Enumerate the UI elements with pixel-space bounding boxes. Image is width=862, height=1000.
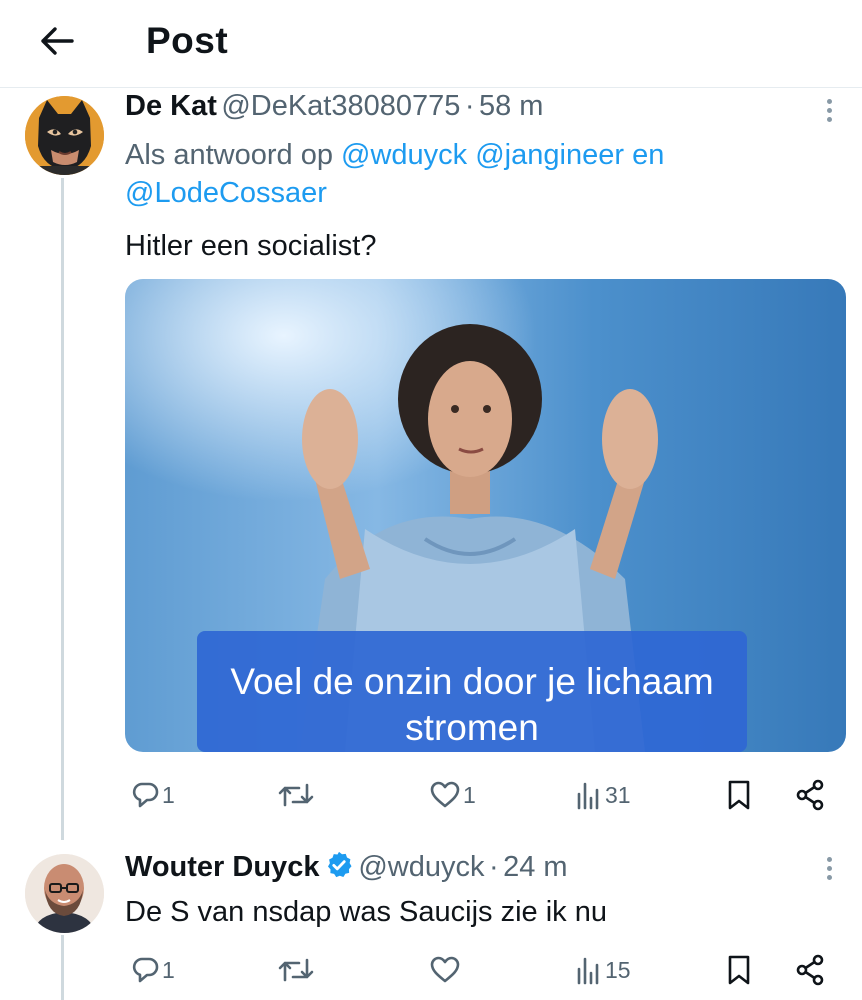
meme-image: Voel de onzin door je lichaam stromen: [125, 279, 846, 752]
heart-icon: [430, 956, 460, 983]
retweet-button[interactable]: [277, 775, 315, 815]
reply-icon: [132, 782, 159, 808]
thread-line-continuation: [61, 935, 64, 1000]
mention-link[interactable]: @jangineer: [475, 139, 624, 171]
more-vertical-icon[interactable]: [822, 95, 836, 127]
caption-line-2: stromen: [405, 707, 539, 748]
separator-dot: ·: [464, 90, 475, 122]
share-icon: [796, 954, 824, 986]
retweet-icon: [278, 783, 314, 807]
share-button[interactable]: [794, 775, 826, 815]
reply-button[interactable]: 1: [130, 950, 175, 990]
reply-button[interactable]: 1: [130, 775, 175, 815]
analytics-icon: [577, 782, 599, 810]
bookmark-button[interactable]: [726, 950, 752, 990]
user-handle[interactable]: @DeKat38080775: [221, 90, 460, 122]
bookmark-icon: [728, 780, 750, 810]
reply-prefix: Als antwoord op: [125, 139, 333, 171]
heart-icon: [430, 781, 460, 808]
reply-joiner: en: [632, 139, 665, 171]
caption-line-1: Voel de onzin door je lichaam: [230, 661, 713, 702]
mention-link[interactable]: @wduyck: [341, 139, 467, 171]
thread-line: [61, 178, 64, 840]
separator-dot: ·: [488, 851, 499, 883]
tweet-header: Wouter Duyck @wduyck · 24 m: [125, 850, 568, 889]
more-vertical-icon[interactable]: [822, 853, 836, 885]
tweet-actions: 1 1 31: [125, 775, 845, 815]
top-bar: Post: [0, 0, 862, 84]
mention-link[interactable]: @LodeCossaer: [125, 177, 327, 209]
timestamp[interactable]: 58 m: [479, 90, 543, 122]
analytics-icon: [577, 957, 599, 985]
display-name[interactable]: Wouter Duyck: [125, 851, 319, 883]
tweet-media-image[interactable]: Voel de onzin door je lichaam stromen: [125, 279, 846, 752]
tweet-actions: 1 15: [125, 950, 845, 990]
retweet-icon: [278, 958, 314, 982]
views-button[interactable]: 31: [575, 775, 631, 815]
header-divider: [0, 87, 862, 88]
bookmark-button[interactable]: [726, 775, 752, 815]
view-count: 31: [605, 781, 631, 808]
tweet-text: Hitler een socialist?: [125, 230, 377, 262]
display-name[interactable]: De Kat: [125, 90, 217, 122]
tweet-header: De Kat @DeKat38080775 · 58 m: [125, 89, 543, 128]
page-title: Post: [146, 20, 229, 61]
avatar[interactable]: [25, 96, 104, 175]
user-handle[interactable]: @wduyck: [358, 851, 484, 883]
reply-count: 1: [162, 781, 175, 808]
like-count: 1: [463, 781, 476, 808]
avatar[interactable]: [25, 854, 104, 933]
tweet-text: De S van nsdap was Saucijs zie ik nu: [125, 896, 607, 928]
views-button[interactable]: 15: [575, 950, 631, 990]
like-button[interactable]: [429, 950, 463, 990]
reply-icon: [132, 957, 159, 983]
reply-context: Als antwoord op @wduyck @jangineer en @L…: [125, 136, 805, 212]
timestamp[interactable]: 24 m: [503, 851, 567, 883]
bookmark-icon: [728, 955, 750, 985]
reply-count: 1: [162, 956, 175, 983]
retweet-button[interactable]: [277, 950, 315, 990]
back-button[interactable]: [34, 18, 80, 64]
view-count: 15: [605, 956, 631, 983]
verified-badge-icon: [327, 851, 352, 878]
like-button[interactable]: 1: [429, 775, 476, 815]
man-with-glasses-avatar-image: [25, 854, 104, 933]
share-button[interactable]: [794, 950, 826, 990]
arrow-left-icon: [41, 27, 74, 55]
share-icon: [796, 779, 824, 811]
cat-mask-avatar-image: [25, 96, 104, 175]
